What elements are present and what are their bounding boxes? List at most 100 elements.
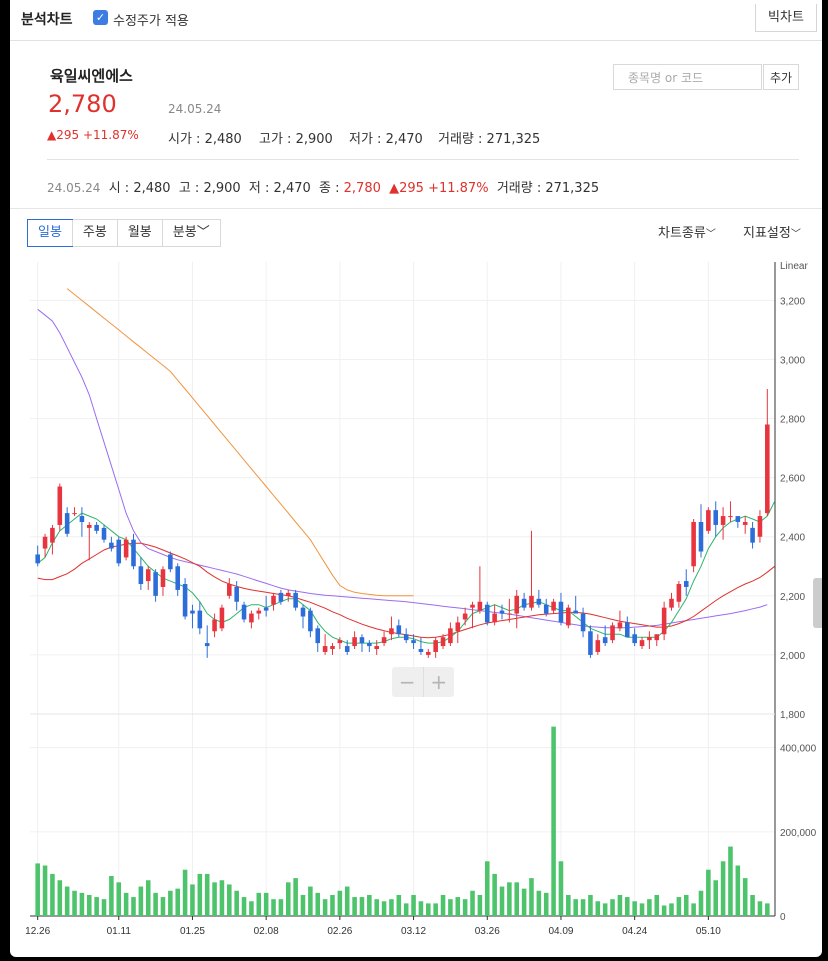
volume-bar [602, 903, 608, 916]
candle-body [676, 584, 682, 602]
volume-bar [315, 892, 321, 916]
volume-bar [263, 892, 269, 916]
candle-body [543, 604, 549, 614]
side-panel-handle[interactable] [813, 578, 822, 628]
volume-bar [683, 894, 689, 916]
candle-body [661, 607, 667, 635]
price-tick-label: 1,800 [780, 710, 805, 721]
volume-bar [757, 901, 763, 916]
candle-body [728, 516, 733, 518]
candle-body [35, 554, 40, 564]
candle-body [765, 424, 770, 514]
candle-body [698, 521, 704, 552]
volume-bar [168, 890, 173, 916]
candle-body [337, 640, 343, 644]
volume-bar [234, 890, 239, 916]
volume-bar [647, 899, 652, 916]
candle-body [212, 619, 217, 632]
candle-body [219, 607, 225, 629]
volume-bar [374, 899, 379, 916]
candle-body [94, 524, 99, 531]
candle-body [625, 622, 630, 638]
candle-body [507, 613, 512, 615]
volume-bar [477, 894, 483, 916]
volume-bar [698, 890, 704, 916]
candle-body [426, 651, 431, 655]
volume-bar [617, 894, 623, 916]
candle-body [403, 634, 409, 641]
volume-bar [227, 884, 232, 916]
chart-window: 분석차트 ✓ 수정주가 적용 빅차트 육일씨엔에스 2,780 24.05.24… [10, 0, 822, 957]
volume-bar [514, 882, 520, 916]
volume-bar [492, 873, 497, 916]
candle-body [249, 613, 254, 623]
volume-bar [676, 897, 682, 916]
x-tick-label: 12.26 [25, 926, 50, 937]
volume-bar [285, 882, 291, 916]
candle-body [234, 586, 239, 602]
candle-body [204, 643, 210, 647]
volume-bar [580, 899, 586, 916]
volume-bar [558, 861, 564, 916]
volume-bar [610, 899, 615, 916]
volume-bar [521, 888, 527, 916]
volume-bar [271, 899, 276, 916]
candle-body [536, 598, 542, 605]
candle-body [742, 521, 748, 525]
candle-body [182, 584, 188, 617]
candlestick-chart[interactable]: 1,800 2,000 2,200 2,400 2,600 2,800 3,000 3,200… [10, 0, 822, 957]
volume-bar [249, 901, 254, 916]
volume-bar [654, 894, 660, 916]
candle-body [153, 572, 158, 596]
candle-body [639, 640, 645, 647]
volume-bar [455, 897, 461, 916]
candle-body [227, 584, 232, 596]
volume-bar [691, 903, 696, 916]
volume-bar [204, 873, 210, 916]
candle-body [175, 566, 180, 590]
volume-bar [219, 880, 225, 916]
candle-body [300, 607, 306, 617]
zoom-out-button[interactable]: − [392, 667, 424, 697]
volume-bar [72, 890, 77, 916]
candle-body [418, 649, 424, 652]
volume-bar [543, 892, 549, 916]
volume-bar [256, 892, 262, 916]
candle-body [602, 637, 608, 644]
volume-bar [79, 892, 85, 916]
volume-bar [175, 888, 180, 916]
zoom-controls: − + [392, 667, 454, 697]
volume-bar [330, 894, 335, 916]
candle-body [344, 646, 350, 652]
candle-body [241, 604, 247, 620]
volume-bar [241, 897, 247, 916]
candle-body [381, 637, 387, 644]
candle-body [691, 521, 696, 567]
volume-bar [440, 894, 446, 916]
candle-body [308, 610, 313, 632]
candle-body [160, 569, 166, 587]
volume-bar [42, 865, 48, 916]
candle-body [315, 628, 321, 644]
x-tick-label: 01.25 [180, 926, 205, 937]
volume-bar [551, 726, 556, 916]
volume-bar [728, 846, 733, 916]
zoom-in-button[interactable]: + [424, 667, 455, 697]
candle-body [197, 610, 203, 629]
price-tick-label: 2,800 [780, 415, 805, 426]
candle-body [57, 486, 63, 525]
volume-bar [308, 886, 313, 916]
candle-body [293, 592, 298, 608]
volume-bar [57, 880, 63, 916]
candle-body [617, 622, 623, 629]
candle-body [720, 516, 726, 525]
volume-bar [278, 899, 284, 916]
candle-body [263, 607, 269, 611]
candle-body [131, 539, 136, 567]
candle-body [278, 592, 284, 602]
candle-body [669, 598, 674, 608]
candle-body [529, 595, 534, 608]
volume-bar [389, 899, 394, 916]
volume-bar [595, 901, 601, 916]
candle-body [138, 566, 144, 585]
